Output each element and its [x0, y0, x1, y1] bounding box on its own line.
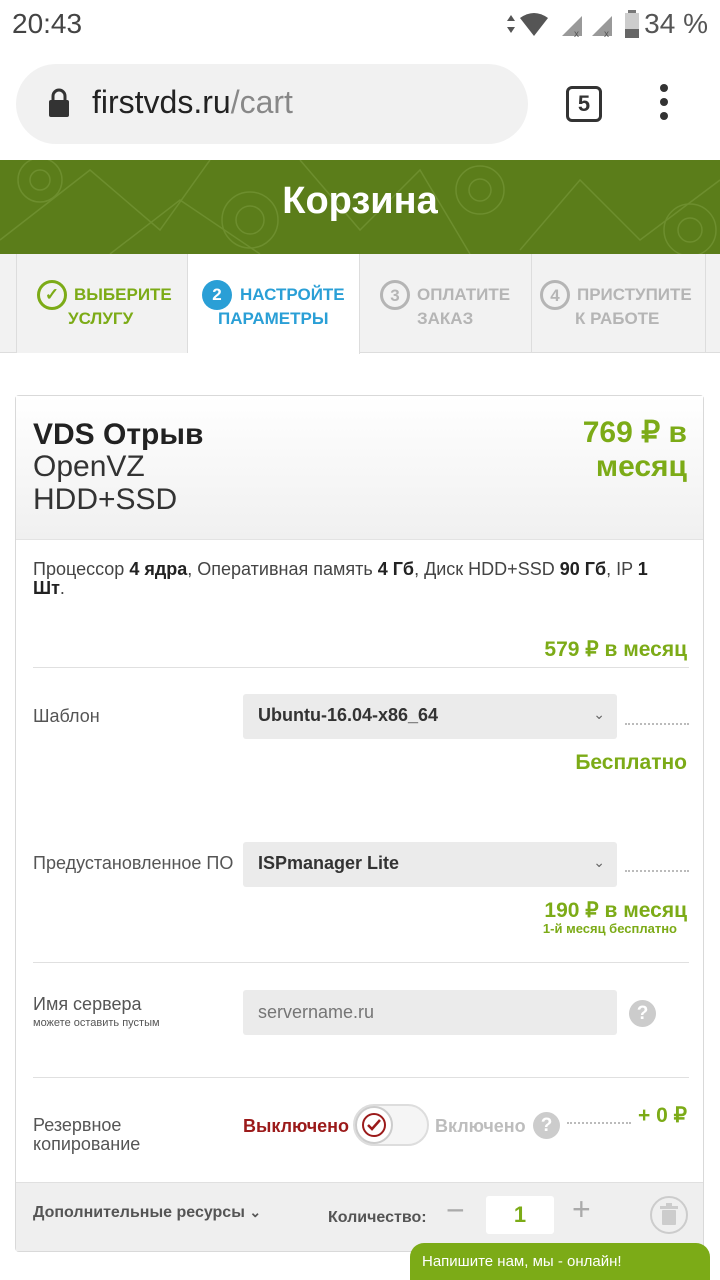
plan-virtualization: OpenVZ	[33, 450, 145, 483]
step-label: ЗАКАЗ	[417, 309, 474, 328]
quantity-input[interactable]: 1	[486, 1196, 554, 1234]
plan-price-amount: 769 ₽ в	[582, 416, 687, 449]
chevron-down-icon: ⌄	[249, 1204, 262, 1220]
template-select[interactable]: Ubuntu-16.04-x86_64 ⌄	[243, 694, 617, 739]
plan-name: VDS Отрыв	[33, 418, 204, 451]
more-menu-icon[interactable]	[656, 84, 672, 124]
backup-on-label[interactable]: Включено	[435, 1116, 526, 1137]
help-icon[interactable]: ?	[533, 1112, 560, 1139]
plan-price: 769 ₽ в месяц	[487, 416, 687, 484]
backup-label: Резервное копирование	[33, 1115, 141, 1154]
divider	[33, 962, 689, 963]
plan-specs: Процессор 4 ядра, Оперативная память 4 Г…	[33, 559, 648, 598]
step-configure[interactable]: 2 НАСТРОЙТЕ ПАРАМЕТРЫ	[188, 254, 360, 354]
url-domain: firstvds.ru	[92, 84, 231, 120]
battery-level: 34 %	[644, 8, 708, 39]
address-bar[interactable]: firstvds.ru/cart	[16, 64, 528, 144]
page-banner: Корзина	[0, 160, 720, 254]
step-label: К РАБОТЕ	[575, 309, 660, 328]
extra-resources-toggle[interactable]: Дополнительные ресурсы ⌄	[33, 1204, 261, 1222]
template-price: Бесплатно	[575, 751, 687, 774]
plan-type: OpenVZ HDD+SSD	[33, 450, 177, 516]
server-name-label: Имя сервера	[33, 994, 142, 1014]
server-name-hint: можете оставить пустым	[33, 1017, 160, 1029]
base-price: 579 ₽ в месяц	[544, 638, 687, 661]
plan-disk-type: HDD+SSD	[33, 483, 178, 516]
backup-off-label[interactable]: Выключено	[243, 1116, 349, 1137]
step-label: ПРИСТУПИТЕ	[577, 285, 692, 304]
url-path: /cart	[230, 84, 293, 120]
step-number: 2	[202, 280, 232, 310]
template-value: Ubuntu-16.04-x86_64	[258, 705, 439, 725]
price-leader-dots	[567, 1122, 631, 1124]
status-time: 20:43	[12, 8, 83, 39]
chevron-down-icon: ⌄	[593, 706, 605, 722]
divider	[33, 1077, 689, 1078]
software-value: ISPmanager Lite	[258, 853, 400, 873]
step-label: ВЫБЕРИТЕ	[74, 285, 172, 304]
chat-widget[interactable]: Напишите нам, мы - онлайн!	[410, 1243, 710, 1280]
backup-toggle[interactable]	[353, 1104, 429, 1146]
plus-icon[interactable]: +	[572, 1191, 591, 1228]
check-icon: ✓	[37, 280, 67, 310]
signal-icons: x x	[507, 13, 612, 38]
page-title: Корзина	[282, 180, 438, 222]
plan-header: VDS Отрыв OpenVZ HDD+SSD 769 ₽ в месяц	[16, 396, 703, 540]
server-name-input[interactable]	[243, 990, 617, 1035]
lock-icon	[49, 88, 69, 117]
svg-text:x: x	[574, 29, 579, 38]
step-pay[interactable]: 3 ОПЛАТИТЕ ЗАКАЗ	[360, 254, 532, 353]
toggle-knob-check-icon	[355, 1106, 393, 1144]
backup-price: + 0 ₽	[638, 1104, 687, 1127]
price-leader-dots	[625, 723, 689, 725]
tab-switcher-button[interactable]: 5	[566, 86, 602, 122]
card-footer: Дополнительные ресурсы ⌄ Количество: − 1…	[16, 1182, 703, 1251]
step-number: 4	[540, 280, 570, 310]
software-price: 190 ₽ в месяц	[544, 899, 687, 922]
checkout-steps: ✓ ВЫБЕРИТЕ УСЛУГУ 2 НАСТРОЙТЕ ПАРАМЕТРЫ …	[0, 254, 720, 354]
cart-item-card: VDS Отрыв OpenVZ HDD+SSD 769 ₽ в месяц П…	[15, 395, 704, 1252]
quantity-label: Количество:	[328, 1209, 427, 1226]
step-number: 3	[380, 280, 410, 310]
software-label: Предустановленное ПО	[33, 853, 234, 873]
step-label: НАСТРОЙТЕ	[240, 285, 345, 304]
template-label: Шаблон	[33, 706, 100, 726]
help-icon[interactable]: ?	[629, 1000, 656, 1027]
step-choose-service[interactable]: ✓ ВЫБЕРИТЕ УСЛУГУ	[16, 254, 188, 353]
software-price-note: 1-й месяц бесплатно	[542, 921, 677, 936]
software-select[interactable]: ISPmanager Lite ⌄	[243, 842, 617, 887]
step-label: ПАРАМЕТРЫ	[218, 309, 329, 328]
step-label: ОПЛАТИТЕ	[417, 285, 511, 304]
trash-icon[interactable]	[649, 1195, 689, 1235]
plan-price-period: месяц	[595, 450, 687, 483]
step-label: УСЛУГУ	[68, 309, 134, 328]
divider	[33, 667, 689, 668]
url-text: firstvds.ru/cart	[92, 84, 293, 121]
status-bar: 20:43 x x 34 %	[0, 0, 720, 50]
chevron-down-icon: ⌄	[593, 854, 605, 870]
battery-icon	[625, 10, 639, 38]
step-start-work[interactable]: 4 ПРИСТУПИТЕ К РАБОТЕ	[532, 254, 706, 353]
price-leader-dots	[625, 870, 689, 872]
svg-text:x: x	[604, 29, 609, 38]
minus-icon[interactable]: −	[446, 1192, 465, 1229]
